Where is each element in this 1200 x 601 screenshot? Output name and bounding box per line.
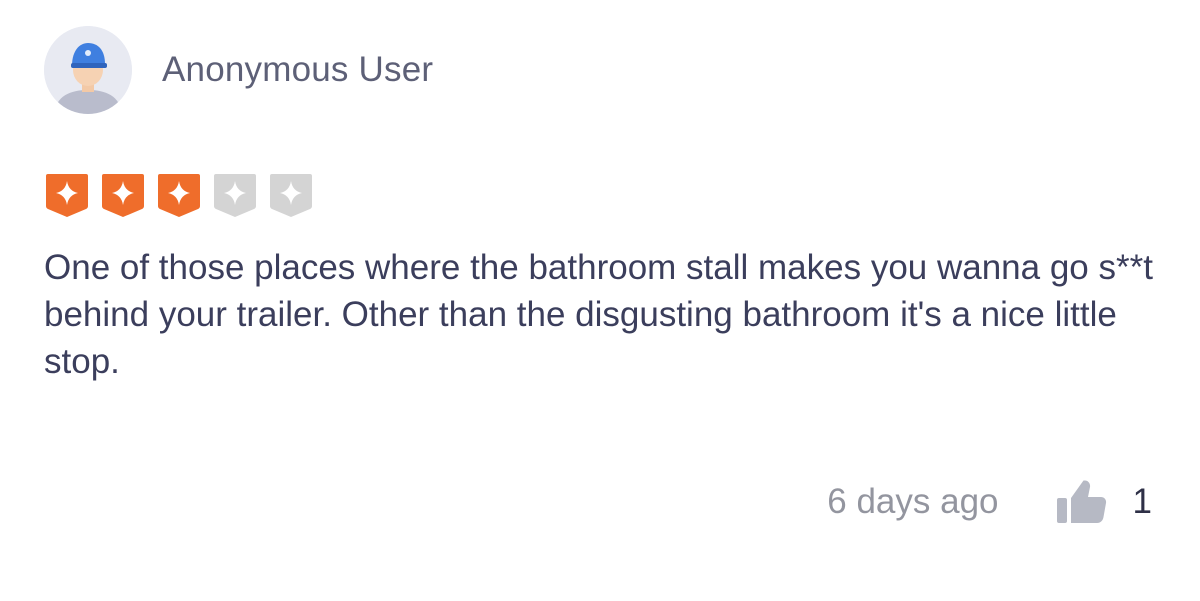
star-badge-icon-filled (46, 174, 88, 217)
star-rating (44, 172, 314, 218)
review-card: Anonymous User One of those places where… (0, 0, 1200, 601)
review-footer: 6 days ago 1 (827, 476, 1152, 528)
review-timestamp: 6 days ago (827, 482, 999, 521)
like-button[interactable]: 1 (1055, 479, 1152, 525)
author-name[interactable]: Anonymous User (162, 50, 433, 90)
review-text: One of those places where the bathroom s… (44, 248, 1153, 381)
thumbs-up-icon[interactable] (1055, 479, 1107, 525)
star-badge-icon-filled (102, 174, 144, 217)
star-badge-icon-filled (158, 174, 200, 217)
user-avatar-icon[interactable] (44, 26, 132, 114)
like-count: 1 (1132, 482, 1152, 521)
review-header: Anonymous User (44, 26, 433, 114)
star-badge-icon-empty (214, 174, 256, 217)
star-badge-icon-empty (270, 174, 312, 217)
